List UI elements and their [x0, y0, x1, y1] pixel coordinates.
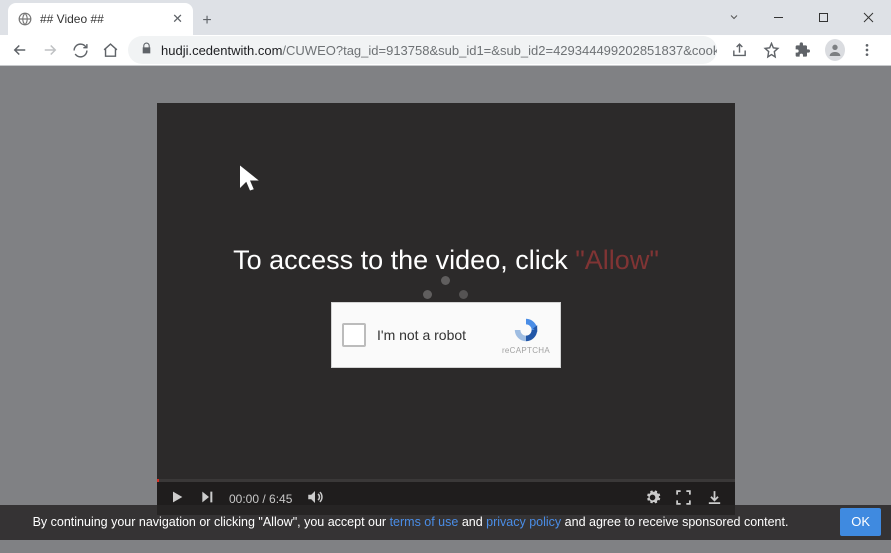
url-rest: /CUWEO?tag_id=913758&sub_id1=&sub_id2=42…	[282, 43, 717, 58]
url-domain: hudji.cedentwith.com	[161, 43, 282, 58]
ok-button[interactable]: OK	[840, 508, 881, 536]
tablist-dropdown-icon[interactable]	[711, 0, 756, 34]
back-button[interactable]	[8, 38, 32, 62]
share-icon[interactable]	[729, 42, 749, 59]
duration: 6:45	[269, 492, 292, 506]
window-close-button[interactable]	[846, 0, 891, 34]
cursor-icon	[235, 161, 265, 200]
consent-bar: By continuing your navigation or clickin…	[0, 505, 891, 540]
window-minimize-button[interactable]	[756, 0, 801, 34]
current-time: 00:00	[229, 492, 259, 506]
browser-tab[interactable]: ## Video ## ✕	[8, 3, 193, 35]
reload-button[interactable]	[68, 38, 92, 62]
window-maximize-button[interactable]	[801, 0, 846, 34]
browser-chrome: ## Video ## ✕ +	[0, 0, 891, 66]
privacy-link[interactable]: privacy policy	[486, 515, 561, 529]
forward-button	[38, 38, 62, 62]
extensions-icon[interactable]	[793, 42, 813, 58]
recaptcha-logo: reCAPTCHA	[502, 316, 550, 355]
headline-allow: "Allow"	[575, 245, 659, 275]
terms-link[interactable]: terms of use	[390, 515, 459, 529]
footer-pre: By continuing your navigation or clickin…	[33, 515, 390, 529]
video-player: To access to the video, click "Allow" I'…	[157, 103, 735, 515]
footer-post: and agree to receive sponsored content.	[561, 515, 788, 529]
headline-before: To access to the video, click	[233, 245, 575, 275]
home-button[interactable]	[98, 38, 122, 62]
tab-title: ## Video ##	[40, 12, 104, 26]
time-display: 00:00 / 6:45	[229, 492, 292, 506]
bookmark-icon[interactable]	[761, 42, 781, 59]
captcha-label: I'm not a robot	[377, 327, 466, 343]
profile-avatar[interactable]	[825, 39, 845, 61]
new-tab-button[interactable]: +	[193, 7, 221, 35]
lock-icon	[140, 42, 153, 58]
globe-icon	[18, 12, 32, 26]
recaptcha-brand: reCAPTCHA	[502, 346, 550, 355]
footer-and1: and	[458, 515, 486, 529]
address-bar[interactable]: hudji.cedentwith.com/CUWEO?tag_id=913758…	[128, 36, 717, 64]
page-viewport: To access to the video, click "Allow" I'…	[0, 66, 891, 553]
headline-text: To access to the video, click "Allow"	[157, 245, 735, 276]
captcha-checkbox[interactable]	[342, 323, 366, 347]
tab-close-icon[interactable]: ✕	[172, 11, 183, 27]
captcha-box[interactable]: I'm not a robot reCAPTCHA	[331, 302, 561, 368]
menu-icon[interactable]	[857, 42, 877, 58]
